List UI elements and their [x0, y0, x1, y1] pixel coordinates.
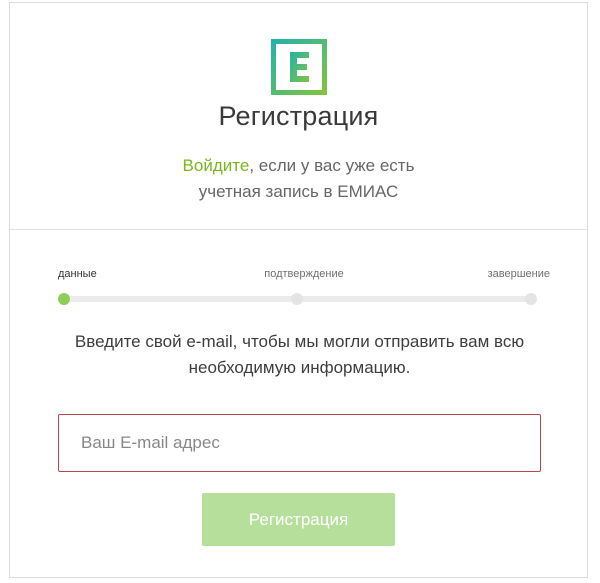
step-label-confirmation: подтверждение: [264, 268, 344, 280]
step-dot-completion: [525, 293, 537, 305]
step-label-data: данные: [58, 268, 97, 280]
login-hint-text-line2: учетная запись в ЕМИАС: [198, 182, 399, 201]
instruction-line1: Введите свой e-mail, чтобы мы могли отпр…: [74, 332, 525, 351]
instruction-text: Введите свой e-mail, чтобы мы могли отпр…: [40, 329, 559, 381]
step-label-completion: завершение: [487, 268, 550, 280]
step-dot-confirmation: [291, 293, 303, 305]
registration-card: Регистрация Войдите, если у вас уже есть…: [9, 2, 588, 578]
login-link[interactable]: Войдите: [183, 156, 250, 175]
emias-logo-icon: [271, 39, 327, 95]
email-input[interactable]: [58, 414, 541, 472]
step-dot-data: [58, 293, 70, 305]
register-button[interactable]: Регистрация: [202, 493, 395, 546]
instruction-line2: необходимую информацию.: [188, 358, 411, 377]
page-title: Регистрация: [218, 101, 379, 131]
login-hint-text: , если у вас уже есть: [249, 156, 415, 175]
login-hint: Войдите, если у вас уже есть учетная зап…: [10, 153, 587, 205]
step-labels: данные подтверждение завершение: [58, 268, 550, 284]
divider: [10, 229, 587, 230]
